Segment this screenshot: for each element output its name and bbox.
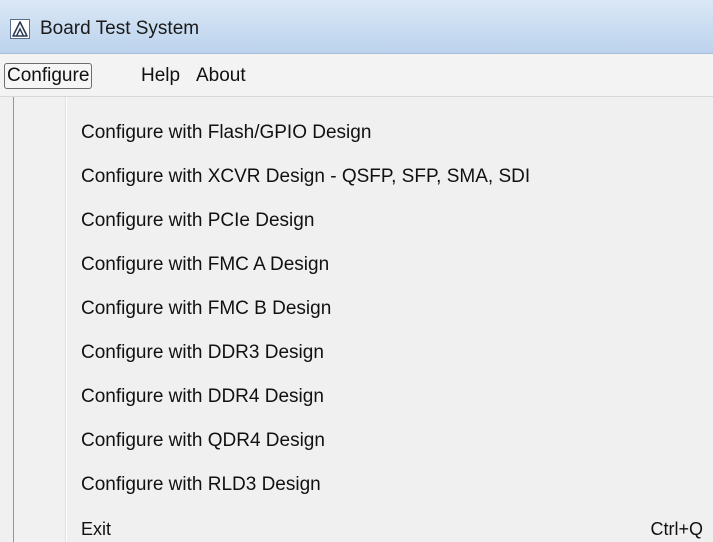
menu-item-fmc-a[interactable]: Configure with FMC A Design	[14, 243, 713, 287]
menu-configure[interactable]: Configure	[4, 63, 93, 89]
menu-item-rld3[interactable]: Configure with RLD3 Design	[14, 463, 713, 507]
menu-item-label: Configure with DDR4 Design	[81, 386, 324, 407]
menu-item-pcie[interactable]: Configure with PCIe Design	[14, 199, 713, 243]
menu-item-xcvr[interactable]: Configure with XCVR Design - QSFP, SFP, …	[14, 155, 713, 199]
menu-item-label: Configure with DDR3 Design	[81, 342, 324, 363]
menu-bar: Configure Help About	[0, 54, 713, 97]
menu-item-exit[interactable]: Exit Ctrl+Q	[14, 507, 713, 542]
menu-about[interactable]: About	[193, 63, 249, 89]
menu-item-label: Configure with XCVR Design - QSFP, SFP, …	[81, 166, 531, 187]
menu-item-label: Configure with RLD3 Design	[81, 474, 321, 495]
menu-item-ddr4[interactable]: Configure with DDR4 Design	[14, 375, 713, 419]
title-bar[interactable]: Board Test System	[0, 0, 713, 54]
menu-item-label: Configure with FMC B Design	[81, 298, 332, 319]
menu-item-ddr3[interactable]: Configure with DDR3 Design	[14, 331, 713, 375]
menu-help[interactable]: Help	[138, 63, 183, 89]
menu-item-label: Configure with PCIe Design	[81, 210, 315, 231]
menu-item-label: Configure with FMC A Design	[81, 254, 330, 275]
menu-item-fmc-b[interactable]: Configure with FMC B Design	[14, 287, 713, 331]
menu-item-qdr4[interactable]: Configure with QDR4 Design	[14, 419, 713, 463]
menu-item-flash-gpio[interactable]: Configure with Flash/GPIO Design	[14, 111, 713, 155]
menu-item-label: Configure with QDR4 Design	[81, 430, 325, 451]
app-window: Board Test System Configure Help About C…	[0, 0, 713, 542]
configure-dropdown-menu: Configure with Flash/GPIO Design Configu…	[13, 97, 713, 542]
altera-a-icon	[10, 19, 30, 39]
menu-item-label: Exit	[81, 519, 112, 539]
menu-item-label: Configure with Flash/GPIO Design	[81, 122, 372, 143]
exit-shortcut: Ctrl+Q	[650, 519, 703, 539]
window-title: Board Test System	[40, 18, 200, 39]
